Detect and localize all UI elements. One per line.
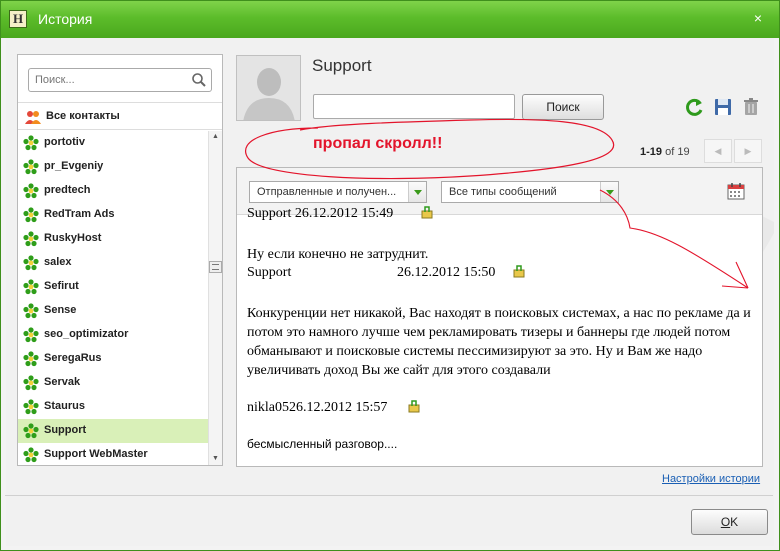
icq-flower-icon bbox=[23, 231, 39, 247]
message-timestamp: 26.12.2012 15:50 bbox=[397, 265, 496, 280]
message-text: Конкуренции нет никакой, Вас находят в п… bbox=[247, 306, 751, 378]
icq-flower-icon bbox=[23, 327, 39, 343]
contact-item[interactable]: predtech bbox=[18, 179, 208, 203]
contact-item[interactable]: Support WebMaster bbox=[18, 443, 208, 467]
icq-flower-icon bbox=[23, 303, 39, 319]
icq-flower-icon bbox=[23, 135, 39, 151]
contact-name: SeregaRus bbox=[44, 352, 102, 364]
contact-item[interactable]: Staurus bbox=[18, 395, 208, 419]
all-contacts-item[interactable]: Все контакты bbox=[18, 102, 222, 130]
contact-name: Support bbox=[44, 424, 87, 436]
footer-divider bbox=[5, 495, 773, 496]
app-icon: H bbox=[9, 10, 27, 28]
search-button[interactable]: Поиск bbox=[522, 94, 604, 120]
contact-item[interactable]: Sense bbox=[18, 299, 208, 323]
pager-range: 1-19 bbox=[640, 146, 663, 158]
contact-name: pr_Evgeniy bbox=[44, 160, 104, 172]
contact-name: Sefirut bbox=[44, 280, 79, 292]
contacts-group-icon bbox=[25, 111, 41, 124]
direction-filter-value: Отправленные и получен... bbox=[257, 186, 397, 198]
contact-name: predtech bbox=[44, 184, 91, 196]
contact-item[interactable]: Support bbox=[18, 419, 208, 443]
contact-name: Support WebMaster bbox=[44, 448, 148, 460]
avatar bbox=[236, 55, 301, 121]
refresh-icon[interactable] bbox=[685, 97, 705, 117]
scroll-up-icon[interactable]: ▲ bbox=[209, 131, 222, 143]
scroll-down-icon[interactable]: ▼ bbox=[209, 453, 222, 465]
contact-item[interactable]: portotiv bbox=[18, 131, 208, 155]
chevron-down-icon[interactable] bbox=[408, 182, 426, 202]
message-text: Ну если конечно не затруднит. bbox=[247, 247, 429, 262]
icq-flower-icon bbox=[23, 399, 39, 415]
contact-item[interactable]: Servak bbox=[18, 371, 208, 395]
search-icon[interactable] bbox=[191, 72, 207, 88]
save-icon[interactable] bbox=[713, 97, 733, 117]
pager-status: 1-19 of 19 bbox=[640, 146, 690, 158]
chevron-down-icon[interactable] bbox=[600, 182, 618, 202]
contact-search-box[interactable] bbox=[28, 68, 212, 92]
contact-item[interactable]: pr_Evgeniy bbox=[18, 155, 208, 179]
contact-item[interactable]: RedTram Ads bbox=[18, 203, 208, 227]
contact-name: RuskyHost bbox=[44, 232, 102, 244]
icq-flower-icon bbox=[23, 279, 39, 295]
contact-name-heading: Support bbox=[312, 56, 372, 75]
all-contacts-label: Все контакты bbox=[46, 110, 120, 122]
direction-filter-select[interactable]: Отправленные и получен... bbox=[249, 181, 427, 203]
icq-flower-icon bbox=[23, 207, 39, 223]
history-search-input[interactable] bbox=[313, 94, 515, 119]
contacts-panel: Все контакты portotiv pr_Evgeniy predtech R… bbox=[17, 54, 223, 466]
trash-icon[interactable] bbox=[741, 97, 761, 117]
type-filter-select[interactable]: Все типы сообщений bbox=[441, 181, 619, 203]
message-header-cut: Support 26.12.2012 15:49 bbox=[247, 206, 394, 221]
ok-button[interactable]: OK bbox=[691, 509, 768, 535]
message-list: Support 26.12.2012 15:49 Ну если конечно… bbox=[237, 206, 762, 466]
calendar-icon[interactable] bbox=[727, 182, 745, 200]
ok-accel: O bbox=[720, 515, 731, 529]
annotation-note: пропал скролл!! bbox=[313, 135, 443, 152]
attachment-icon bbox=[513, 265, 525, 278]
next-page-button[interactable]: ▶ bbox=[734, 139, 762, 163]
message-sender: Support bbox=[247, 265, 292, 280]
icq-flower-icon bbox=[23, 351, 39, 367]
prev-page-button[interactable]: ◀ bbox=[704, 139, 732, 163]
icq-flower-icon bbox=[23, 183, 39, 199]
icq-flower-icon bbox=[23, 255, 39, 271]
contact-item[interactable]: SeregaRus bbox=[18, 347, 208, 371]
contact-name: seo_optimizator bbox=[44, 328, 129, 340]
icq-flower-icon bbox=[23, 423, 39, 439]
contact-name: Servak bbox=[44, 376, 81, 388]
pager-of: of bbox=[665, 146, 675, 158]
message-sender: nikla05 bbox=[247, 400, 289, 415]
attachment-icon bbox=[408, 400, 420, 413]
message-timestamp: 26.12.2012 15:57 bbox=[289, 400, 388, 415]
contact-item[interactable]: salex bbox=[18, 251, 208, 275]
contact-item[interactable]: RuskyHost bbox=[18, 227, 208, 251]
message-text: бесмысленный разговор.... bbox=[247, 437, 398, 451]
contact-name: salex bbox=[44, 256, 72, 268]
contact-search-input[interactable] bbox=[35, 72, 185, 88]
window-title: История bbox=[38, 11, 93, 27]
contact-name: RedTram Ads bbox=[44, 208, 115, 220]
contact-list: portotiv pr_Evgeniy predtech RedTram Ads Rus… bbox=[18, 131, 208, 465]
icq-flower-icon bbox=[23, 375, 39, 391]
contact-item[interactable]: Sefirut bbox=[18, 275, 208, 299]
attachment-icon bbox=[421, 206, 433, 219]
history-settings-link[interactable]: Настройки истории bbox=[662, 473, 760, 485]
contact-name: Sense bbox=[44, 304, 77, 316]
icq-flower-icon bbox=[23, 447, 39, 463]
message-panel: Отправленные и получен... Все типы сообщ… bbox=[236, 167, 763, 467]
message-meta: nikla0526.12.2012 15:57 bbox=[247, 400, 547, 416]
contact-name: portotiv bbox=[44, 136, 85, 148]
scroll-thumb[interactable] bbox=[209, 261, 222, 273]
close-icon[interactable]: × bbox=[747, 8, 769, 28]
ok-rest: K bbox=[730, 515, 739, 529]
icq-flower-icon bbox=[23, 159, 39, 175]
contact-list-scrollbar[interactable]: ▲ ▼ bbox=[208, 131, 222, 465]
contact-item[interactable]: seo_optimizator bbox=[18, 323, 208, 347]
message-meta: Support 26.12.2012 15:50 bbox=[247, 265, 547, 281]
contact-name: Staurus bbox=[44, 400, 85, 412]
type-filter-value: Все типы сообщений bbox=[449, 186, 557, 198]
pager-total: 19 bbox=[677, 146, 690, 158]
title-bar[interactable]: H История × bbox=[1, 1, 779, 38]
